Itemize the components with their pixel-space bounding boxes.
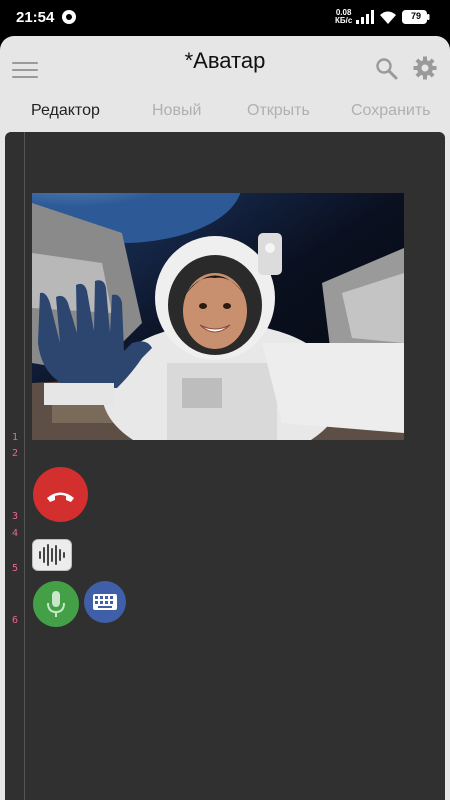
microphone-icon <box>47 591 65 617</box>
astronaut-photo <box>32 193 404 440</box>
tab-bar: Редактор Новый Открыть Сохранить <box>0 102 450 130</box>
tab-new[interactable]: Новый <box>152 102 201 120</box>
tab-open[interactable]: Открыть <box>247 102 310 120</box>
microphone-button[interactable] <box>33 581 79 627</box>
line-number: 5 <box>12 563 19 574</box>
editor-canvas[interactable]: 1 2 3 4 5 6 <box>5 132 445 800</box>
line-number: 2 <box>12 448 19 459</box>
line-number: 6 <box>12 615 19 626</box>
keyboard-button[interactable] <box>84 581 126 623</box>
battery-level: 79 <box>410 11 421 21</box>
hang-up-button[interactable] <box>33 467 88 522</box>
notification-icon <box>62 10 76 24</box>
tab-editor[interactable]: Редактор <box>31 102 100 120</box>
wifi-icon <box>380 11 396 24</box>
keyboard-icon <box>93 594 117 610</box>
network-speed: 0.08 КБ/с <box>335 9 352 25</box>
phone-hangup-icon <box>47 492 74 502</box>
network-speed-unit: КБ/с <box>335 16 353 25</box>
waveform-icon <box>39 544 65 566</box>
line-number: 1 <box>12 432 19 443</box>
line-number: 4 <box>12 528 19 539</box>
gutter-divider <box>24 132 25 800</box>
status-bar: 21:54 0.08 КБ/с 79 <box>0 0 450 36</box>
voice-waveform-button[interactable] <box>32 539 72 571</box>
search-icon[interactable] <box>374 56 398 80</box>
status-time: 21:54 <box>16 9 55 26</box>
line-number: 3 <box>12 511 19 522</box>
tab-save[interactable]: Сохранить <box>351 102 431 120</box>
gear-icon[interactable] <box>413 56 437 80</box>
signal-icon <box>356 10 374 24</box>
app-window: *Аватар Редактор Новый Открыть Сохранить… <box>0 36 450 800</box>
